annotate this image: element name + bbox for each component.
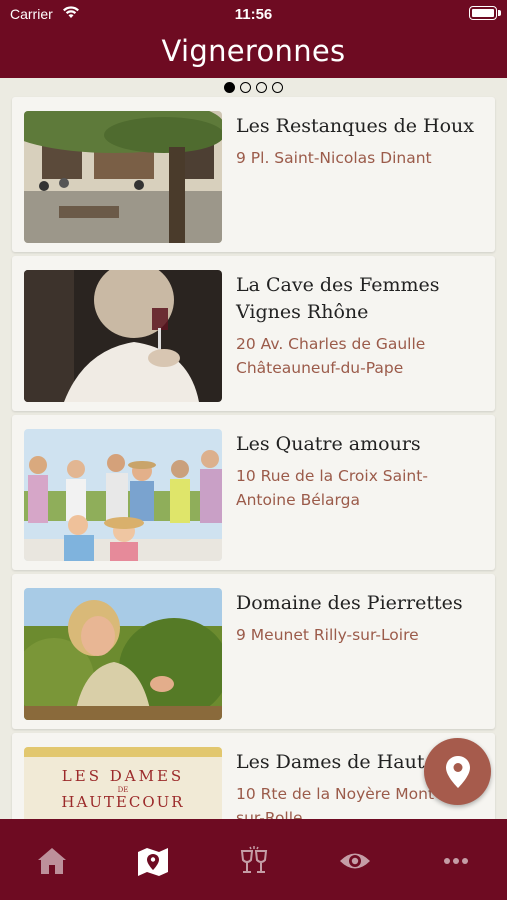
list-item[interactable]: Domaine des Pierrettes 9 Meunet Rilly-su… — [12, 574, 495, 729]
page-dot-4[interactable] — [272, 82, 283, 93]
map-icon — [138, 848, 168, 876]
winery-address: 9 Meunet Rilly-sur-Loire — [236, 626, 419, 644]
winery-name: Domaine des Pierrettes — [236, 592, 463, 614]
winery-name: La Cave des Femmes Vignes Rhône — [236, 274, 440, 323]
clock: 11:56 — [234, 6, 273, 23]
home-icon — [38, 848, 66, 874]
family-picnic-photo — [24, 429, 222, 561]
navigation-header: Carrier 11:56 Vigneronnes — [0, 0, 507, 78]
winery-name: Les Restanques de Houx — [236, 115, 474, 137]
page-indicator[interactable] — [0, 82, 507, 96]
winery-address: 10 Rue de la Croix Saint-Antoine Bélarga — [236, 467, 428, 509]
svg-text:LES DAMES: LES DAMES — [62, 767, 184, 785]
winery-address: 20 Av. Charles de Gaulle Châteauneuf-du-… — [236, 335, 426, 377]
tab-more[interactable] — [436, 841, 476, 881]
eye-icon — [340, 853, 370, 869]
wine-glasses-icon — [240, 846, 268, 873]
tab-tastings[interactable] — [234, 841, 274, 881]
wine-tasting-photo — [24, 270, 222, 402]
map-location-button[interactable] — [424, 738, 491, 805]
list-item[interactable]: La Cave des Femmes Vignes Rhône 20 Av. C… — [12, 256, 495, 411]
list-item[interactable]: Les Restanques de Houx 9 Pl. Saint-Nicol… — [12, 97, 495, 252]
cafe-terrace-photo — [24, 111, 222, 243]
tab-discover[interactable] — [335, 841, 375, 881]
page-dot-2[interactable] — [240, 82, 251, 93]
svg-text:HAUTECOUR: HAUTECOUR — [61, 793, 184, 811]
page-dot-1[interactable] — [224, 82, 235, 93]
more-icon — [444, 858, 468, 864]
battery-icon — [469, 6, 501, 20]
winery-address: 9 Pl. Saint-Nicolas Dinant — [236, 149, 432, 167]
page-title: Vigneronnes — [161, 34, 346, 68]
tab-bar — [0, 819, 507, 900]
status-bar: Carrier 11:56 — [0, 0, 507, 28]
location-pin-icon — [445, 755, 470, 788]
page-dot-3[interactable] — [256, 82, 267, 93]
winery-name: Les Quatre amours — [236, 433, 421, 455]
tab-map[interactable] — [133, 841, 173, 881]
list-item[interactable]: Les Quatre amours 10 Rue de la Croix Sai… — [12, 415, 495, 570]
tab-home[interactable] — [32, 841, 72, 881]
vineyard-woman-photo — [24, 588, 222, 720]
